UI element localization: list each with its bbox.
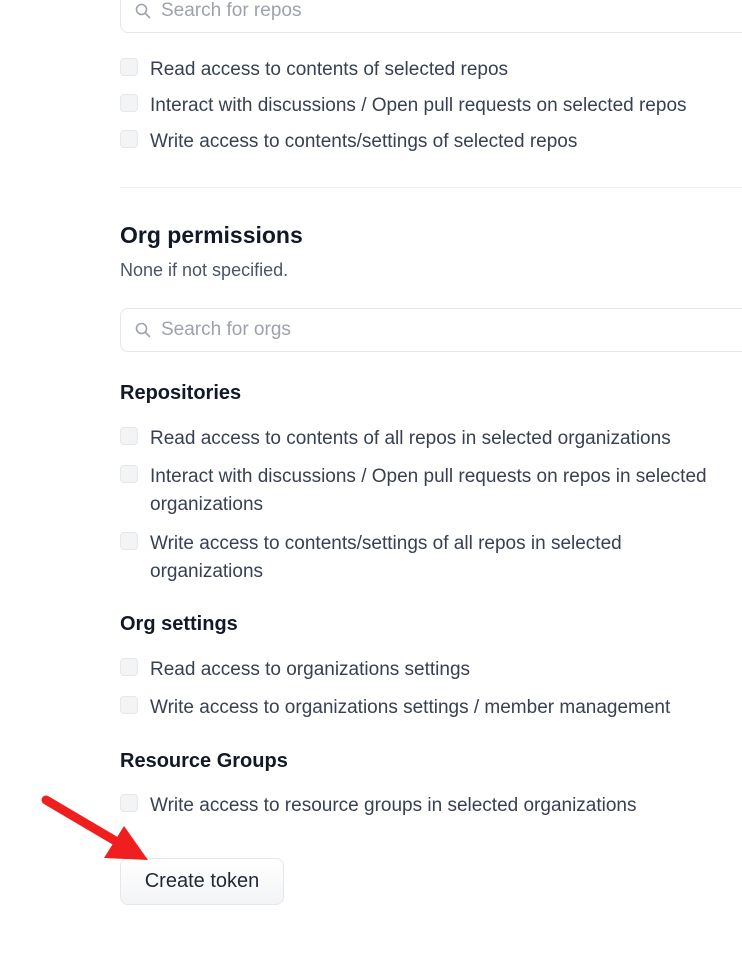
org-settings-write-label: Write access to organizations settings /… — [150, 697, 671, 718]
repo-search-input[interactable] — [161, 0, 721, 32]
org-search-box[interactable] — [120, 308, 742, 352]
org-search-input[interactable] — [161, 309, 721, 351]
create-token-button[interactable]: Create token — [120, 858, 284, 905]
checkbox[interactable] — [120, 696, 138, 714]
checkbox[interactable] — [120, 130, 138, 148]
search-icon — [135, 322, 151, 338]
repo-permission-discussions[interactable]: Interact with discussions / Open pull re… — [120, 92, 742, 120]
org-repos-discussions[interactable]: Interact with discussions / Open pull re… — [120, 463, 742, 519]
org-settings-read[interactable]: Read access to organizations settings — [120, 656, 742, 684]
resource-groups-write[interactable]: Write access to resource groups in selec… — [120, 792, 742, 820]
org-permissions-title: Org permissions — [120, 222, 303, 248]
checkbox[interactable] — [120, 427, 138, 445]
org-permissions-subtitle: None if not specified. — [120, 260, 289, 280]
org-repos-write-label: Write access to contents/settings of all… — [150, 533, 622, 582]
repo-search-box[interactable] — [120, 0, 742, 33]
checkbox[interactable] — [120, 658, 138, 676]
org-repos-discussions-label: Interact with discussions / Open pull re… — [150, 466, 707, 515]
checkbox[interactable] — [120, 532, 138, 550]
resource-groups-write-label: Write access to resource groups in selec… — [150, 795, 637, 816]
repo-permission-read[interactable]: Read access to contents of selected repo… — [120, 56, 742, 84]
section-divider — [120, 187, 742, 188]
repo-permission-read-label: Read access to contents of selected repo… — [150, 59, 509, 80]
token-permissions-page: Read access to contents of selected repo… — [0, 0, 742, 974]
org-repos-read-label: Read access to contents of all repos in … — [150, 428, 671, 449]
checkbox[interactable] — [120, 465, 138, 483]
repo-permission-discussions-label: Interact with discussions / Open pull re… — [150, 95, 687, 116]
repo-permission-write[interactable]: Write access to contents/settings of sel… — [120, 128, 742, 156]
org-settings-write[interactable]: Write access to organizations settings /… — [120, 694, 742, 722]
repo-permission-write-label: Write access to contents/settings of sel… — [150, 131, 578, 152]
org-settings-heading: Org settings — [120, 613, 238, 635]
checkbox[interactable] — [120, 58, 138, 76]
checkbox[interactable] — [120, 794, 138, 812]
checkbox[interactable] — [120, 94, 138, 112]
org-settings-read-label: Read access to organizations settings — [150, 659, 471, 680]
search-icon — [135, 3, 151, 19]
org-repos-read[interactable]: Read access to contents of all repos in … — [120, 425, 742, 453]
org-repos-write[interactable]: Write access to contents/settings of all… — [120, 530, 742, 586]
repositories-heading: Repositories — [120, 382, 242, 404]
resource-groups-heading: Resource Groups — [120, 750, 288, 772]
